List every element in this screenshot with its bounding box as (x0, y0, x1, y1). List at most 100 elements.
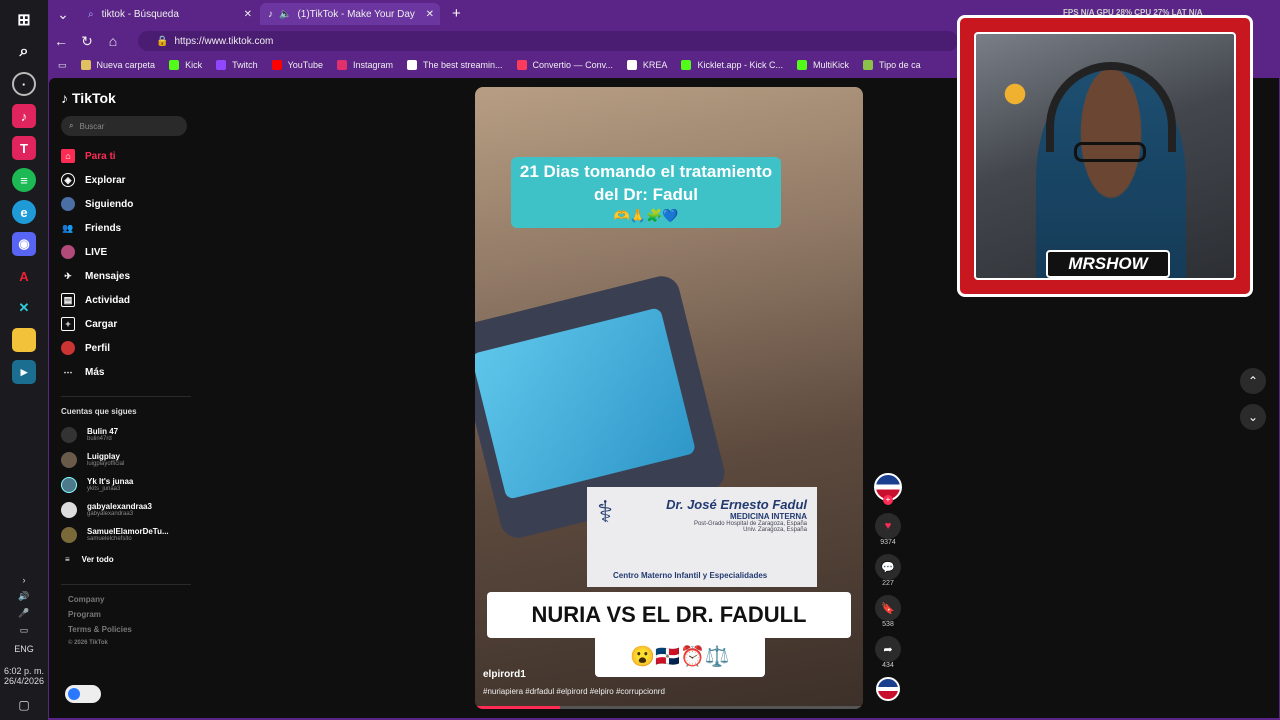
nav-siguiendo[interactable]: Siguiendo (61, 192, 191, 216)
language-indicator[interactable]: ENG (14, 644, 34, 654)
tab-label: (1)TikTok - Make Your Day (297, 8, 415, 20)
volume-icon[interactable]: 🔊 (18, 591, 29, 602)
close-icon[interactable]: ✕ (426, 9, 434, 20)
search-input[interactable]: ⌕ Buscar (61, 116, 187, 136)
follow-plus-icon[interactable]: + (883, 495, 893, 505)
chevron-up-icon[interactable]: › (23, 575, 26, 585)
address-input[interactable]: 🔒 https://www.tiktok.com (138, 31, 958, 51)
app-icon[interactable]: A (12, 264, 36, 288)
bookmark-item[interactable]: KREA (626, 60, 667, 70)
tiktok-app-icon[interactable]: ♪ (12, 104, 36, 128)
save-count: 538 (882, 621, 894, 628)
nav-explorar[interactable]: ◈ Explorar (61, 168, 191, 192)
tiktok-icon: ♪ (268, 8, 273, 20)
bookmark-item[interactable]: Convertio — Conv... (516, 60, 613, 70)
share-count: 434 (882, 662, 894, 669)
list-item[interactable]: Yk It's junaa ykits_junaa3 (61, 472, 191, 497)
capcut-icon[interactable]: ✕ (12, 296, 36, 320)
list-item[interactable]: Luigplay luigplayofficial (61, 447, 191, 472)
get-app-button[interactable] (65, 685, 101, 703)
url-text: https://www.tiktok.com (174, 35, 274, 47)
comment-button[interactable]: 💬 (875, 554, 901, 580)
bookmark-item[interactable]: MultiKick (796, 60, 849, 70)
bookmark-item[interactable]: Twitch (216, 60, 258, 70)
bookmark-item[interactable]: Nueva carpeta (80, 60, 155, 70)
list-item[interactable]: gabyalexandraa3 gabyalexandraa3 (61, 497, 191, 522)
folder-icon (80, 60, 91, 70)
krea-icon (626, 60, 637, 70)
like-button[interactable]: ♥ (875, 513, 901, 539)
next-video-button[interactable]: ⌄ (1240, 404, 1266, 430)
share-icon: ➦ (883, 643, 893, 656)
spotify-icon[interactable]: ≡ (12, 168, 36, 192)
comment-count: 227 (882, 580, 894, 587)
mic-icon[interactable]: 🎤 (18, 608, 29, 619)
discord-icon[interactable]: ◉ (12, 232, 36, 256)
save-button[interactable]: 🔖 (875, 595, 901, 621)
video-hashtags[interactable]: #nuriapiera #drfadul #elpirord #elpiro #… (483, 687, 665, 696)
progress-fill (475, 706, 561, 709)
network-icon[interactable]: ▭ (20, 625, 29, 636)
messages-icon: ✈ (64, 270, 72, 281)
footer-link-program[interactable]: Program (68, 610, 191, 619)
previous-video-button[interactable]: ⌃ (1240, 368, 1266, 394)
bookmark-item[interactable]: Instagram (336, 60, 393, 70)
clock-time[interactable]: 6:02 p. m. (4, 666, 44, 676)
bookmark-item[interactable]: The best streamin... (407, 60, 503, 70)
tiktok-logo[interactable]: ♪ TikTok (61, 88, 191, 108)
close-icon[interactable]: ✕ (244, 9, 252, 20)
home-button[interactable]: ⌂ (100, 28, 126, 54)
tab-tiktok[interactable]: ♪ 🔈 (1)TikTok - Make Your Day ✕ (260, 3, 440, 25)
bookmark-item[interactable]: Kicklet.app - Kick C... (681, 60, 783, 70)
avatar (61, 197, 75, 211)
search-icon: ⌕ (69, 121, 74, 130)
search-icon[interactable]: ⌕ (12, 40, 36, 64)
footer-link-terms[interactable]: Terms & Policies (68, 625, 191, 634)
nav-mensajes[interactable]: ✈ Mensajes (61, 264, 191, 288)
avatar (61, 426, 77, 443)
folder-icon[interactable] (12, 328, 36, 352)
new-tab-button[interactable]: + (452, 5, 461, 22)
video-author[interactable]: elpirord1 (483, 669, 526, 680)
bookmark-item[interactable]: YouTube (271, 60, 323, 70)
bookmarks-menu-icon[interactable]: ▭ (58, 60, 67, 71)
back-button[interactable]: ← (48, 28, 74, 54)
speaker-icon[interactable]: 🔈 (279, 9, 291, 20)
chevron-down-icon: ⌄ (1247, 410, 1259, 424)
bookmark-item[interactable]: Kick (169, 60, 202, 70)
nav-para-ti[interactable]: ⌂ Para ti (61, 144, 191, 168)
tiktok-icon: ♪ (61, 90, 68, 106)
nav-live[interactable]: LIVE (61, 240, 191, 264)
list-item[interactable]: Bulin 47 bulin47rd (61, 422, 191, 447)
windows-start-icon[interactable]: ⊞ (12, 8, 36, 32)
nav-friends[interactable]: 👥 Friends (61, 216, 191, 240)
share-button[interactable]: ➦ (875, 636, 901, 662)
edge-icon[interactable]: e (12, 200, 36, 224)
webcam-overlay: MRSHOW (957, 15, 1253, 297)
bookmark-item[interactable]: Tipo de ca (862, 60, 921, 70)
clock-date[interactable]: 26/4/2026 (4, 676, 44, 686)
video-player[interactable]: 21 Dias tomando el tratamiento del Dr: F… (475, 87, 863, 709)
nav-actividad[interactable]: ▤ Actividad (61, 288, 191, 312)
notifications-icon[interactable]: ▢ (18, 698, 29, 712)
search-icon: ⌕ (88, 8, 94, 20)
convertio-icon (516, 60, 527, 70)
see-all-link[interactable]: ≡ Ver todo (61, 547, 191, 572)
video-progress-bar[interactable] (475, 706, 863, 709)
nav-cargar[interactable]: + Cargar (61, 312, 191, 336)
nav-perfil[interactable]: Perfil (61, 336, 191, 360)
tab-list-button[interactable]: ⌄ (50, 1, 76, 27)
glasses-icon (1074, 142, 1146, 162)
footer-link-company[interactable]: Company (68, 595, 191, 604)
footer-links: Company Program Terms & Policies © 2026 … (61, 584, 191, 646)
music-disc-avatar[interactable] (876, 677, 900, 701)
video-nav-arrows: ⌃ ⌄ (1240, 368, 1266, 440)
app-icon[interactable]: ▸ (12, 360, 36, 384)
app-icon[interactable]: T (12, 136, 36, 160)
nav-mas[interactable]: ⋯ Más (61, 360, 191, 384)
reload-button[interactable]: ↻ (74, 28, 100, 54)
app-clock-icon[interactable]: · (12, 72, 36, 96)
list-item[interactable]: SamuelElamorDeTu... samuelelchefsito (61, 522, 191, 547)
tab-search[interactable]: ⌕ tiktok - Búsqueda ✕ (80, 3, 258, 25)
webcam-feed (974, 32, 1236, 280)
